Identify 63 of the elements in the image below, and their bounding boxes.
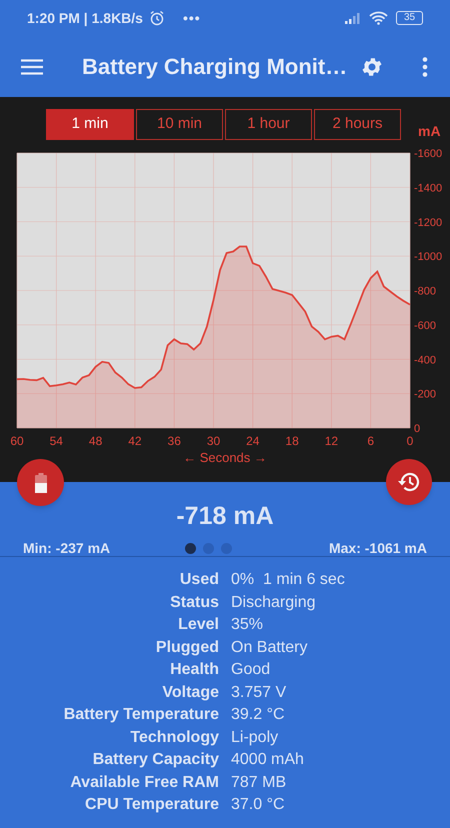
y-tick-label: -1200 bbox=[414, 216, 442, 229]
detail-label: Plugged bbox=[154, 638, 219, 658]
more-options-icon[interactable] bbox=[422, 56, 428, 76]
detail-label: CPU Temperature bbox=[84, 795, 219, 816]
y-tick-label: -600 bbox=[414, 320, 436, 332]
detail-value: 0% 1 min 6 sec bbox=[231, 570, 345, 590]
detail-label: Level bbox=[177, 615, 219, 636]
detail-value: 37.0 °C bbox=[231, 795, 285, 816]
y-tick-label: -200 bbox=[414, 388, 436, 401]
detail-value: 787 MB bbox=[231, 772, 286, 793]
battery-button[interactable] bbox=[17, 459, 64, 506]
x-tick-label: 24 bbox=[246, 434, 260, 448]
max-reading: Max: -1061 mA bbox=[328, 538, 427, 558]
detail-label: Voltage bbox=[161, 682, 219, 703]
y-tick-label: -400 bbox=[414, 354, 436, 366]
range-tab[interactable]: 10 min bbox=[136, 109, 223, 140]
detail-value: Li-poly bbox=[231, 728, 278, 748]
x-tick-label: 60 bbox=[10, 434, 24, 448]
history-icon bbox=[397, 471, 421, 493]
range-tab[interactable]: 2 hours bbox=[314, 109, 401, 140]
y-tick-label: -800 bbox=[414, 286, 436, 298]
history-button[interactable] bbox=[386, 459, 432, 505]
menu-icon[interactable] bbox=[21, 58, 43, 74]
detail-label: Used bbox=[178, 570, 219, 590]
detail-label: Technology bbox=[129, 728, 219, 748]
x-tick-label: 48 bbox=[88, 434, 102, 448]
x-tick-label: 6 bbox=[367, 434, 374, 448]
alarm-icon bbox=[148, 10, 165, 26]
x-tick-label: 30 bbox=[206, 434, 220, 448]
battery-icon bbox=[34, 472, 46, 492]
detail-label: Health bbox=[169, 660, 219, 680]
detail-value: 35% bbox=[231, 615, 264, 636]
range-tab[interactable]: 1 min bbox=[46, 109, 134, 140]
x-tick-label: 36 bbox=[168, 434, 181, 448]
battery-indicator: 35 bbox=[396, 11, 423, 25]
detail-label: Battery Temperature bbox=[62, 705, 219, 726]
y-tick-label: -1400 bbox=[414, 182, 442, 194]
unit-label: mA bbox=[418, 122, 441, 141]
x-tick-label: 42 bbox=[128, 434, 142, 448]
x-axis-label: ← Seconds → bbox=[183, 450, 267, 465]
range-tab[interactable]: 1 hour bbox=[225, 109, 312, 140]
x-tick-label: 12 bbox=[324, 434, 338, 448]
x-tick-label: 18 bbox=[285, 434, 299, 448]
detail-label: Status bbox=[169, 592, 219, 613]
detail-value: 3.757 V bbox=[231, 682, 286, 703]
x-tick-label: 54 bbox=[50, 434, 63, 448]
detail-value: 39.2 °C bbox=[231, 705, 285, 726]
detail-label: Available Free RAM bbox=[69, 772, 219, 793]
status-time: 1:20 PM | 1.8KB/s bbox=[27, 8, 143, 28]
y-tick-label: -1000 bbox=[414, 251, 442, 264]
detail-value: Good bbox=[231, 660, 270, 680]
min-reading: Min: -237 mA bbox=[23, 538, 110, 558]
detail-label: Battery Capacity bbox=[92, 750, 219, 770]
detail-value: 4000 mAh bbox=[231, 750, 304, 770]
current-reading: -718 mA bbox=[176, 502, 274, 530]
detail-value: On Battery bbox=[231, 638, 308, 658]
status-more: ••• bbox=[182, 8, 201, 28]
y-tick-label: 0 bbox=[414, 423, 420, 435]
wifi-icon bbox=[369, 11, 388, 25]
y-tick-label: -1600 bbox=[414, 148, 442, 160]
detail-value: Discharging bbox=[231, 592, 316, 613]
app-title: Battery Charging Monit… bbox=[82, 53, 348, 81]
x-tick-label: 0 bbox=[406, 434, 414, 448]
